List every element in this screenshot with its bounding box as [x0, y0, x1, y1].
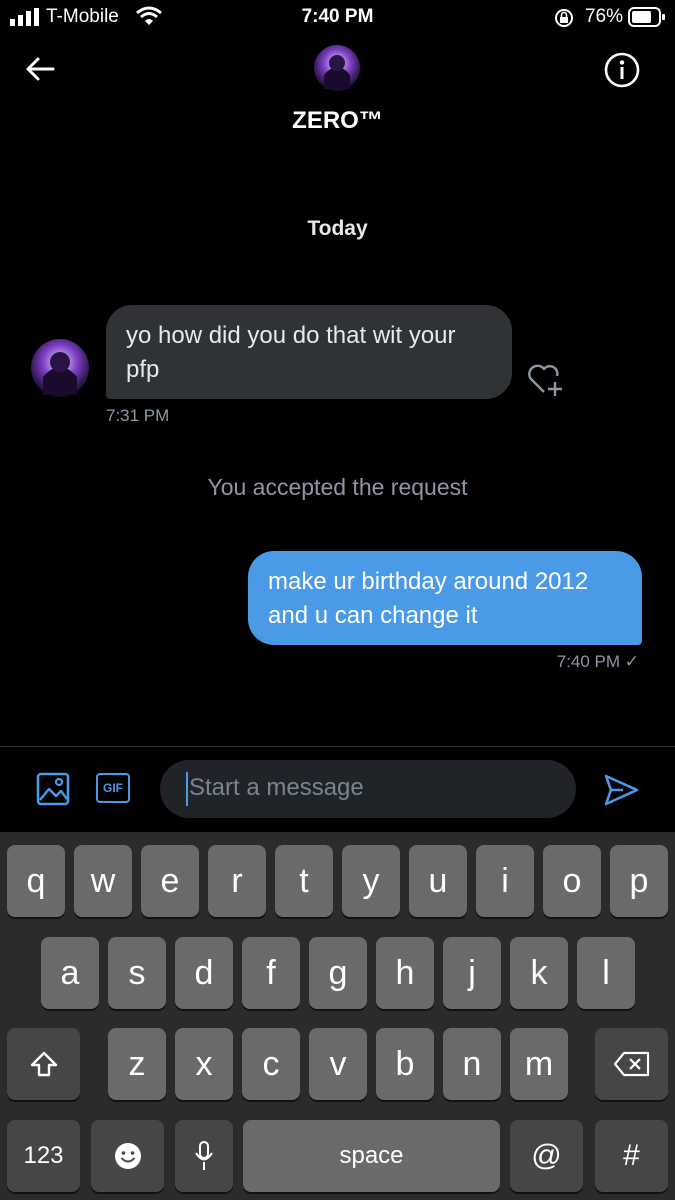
key-l[interactable]: l: [577, 937, 635, 1009]
key-t[interactable]: t: [275, 845, 333, 917]
key-q[interactable]: q: [7, 845, 65, 917]
emoji-icon: [114, 1143, 141, 1169]
incoming-message-bubble[interactable]: yo how did you do that wit your pfp: [106, 305, 512, 399]
add-reaction-icon[interactable]: [527, 362, 565, 398]
space-key[interactable]: space: [243, 1120, 500, 1192]
key-v[interactable]: v: [309, 1028, 367, 1100]
key-z[interactable]: z: [108, 1028, 166, 1100]
battery-percent: 76%: [584, 6, 623, 27]
key-b[interactable]: b: [376, 1028, 434, 1100]
dictation-key[interactable]: [175, 1120, 233, 1192]
date-separator: Today: [307, 217, 368, 240]
microphone-icon: [195, 1141, 213, 1170]
key-c[interactable]: c: [242, 1028, 300, 1100]
composer-divider: [0, 746, 675, 747]
send-icon[interactable]: [603, 773, 639, 807]
backspace-key[interactable]: [595, 1028, 668, 1100]
key-r[interactable]: r: [208, 845, 266, 917]
key-y[interactable]: y: [342, 845, 400, 917]
back-arrow-icon[interactable]: [24, 56, 56, 82]
message-placeholder: Start a message: [189, 774, 364, 801]
system-message: You accepted the request: [207, 474, 468, 500]
key-d[interactable]: d: [175, 937, 233, 1009]
shift-key[interactable]: [7, 1028, 80, 1100]
keyboard: q w e r t y u i o p a s d f g h j k l z …: [0, 832, 675, 1200]
sender-avatar[interactable]: [31, 339, 89, 397]
conversation-title: ZERO™: [292, 107, 383, 134]
key-o[interactable]: o: [543, 845, 601, 917]
outgoing-timestamp: 7:40 PM ✓: [556, 652, 639, 671]
info-icon[interactable]: [604, 52, 640, 88]
at-key[interactable]: @: [510, 1120, 583, 1192]
emoji-key[interactable]: [91, 1120, 164, 1192]
key-e[interactable]: e: [141, 845, 199, 917]
gif-button[interactable]: GIF: [96, 773, 130, 803]
key-p[interactable]: p: [610, 845, 668, 917]
key-n[interactable]: n: [443, 1028, 501, 1100]
key-u[interactable]: u: [409, 845, 467, 917]
key-w[interactable]: w: [74, 845, 132, 917]
key-j[interactable]: j: [443, 937, 501, 1009]
incoming-timestamp: 7:31 PM: [106, 406, 170, 425]
text-cursor: [186, 772, 188, 806]
backspace-icon: [613, 1051, 649, 1077]
hash-key[interactable]: #: [595, 1120, 668, 1192]
key-a[interactable]: a: [41, 937, 99, 1009]
key-s[interactable]: s: [108, 937, 166, 1009]
header-avatar[interactable]: [314, 45, 360, 91]
key-h[interactable]: h: [376, 937, 434, 1009]
key-x[interactable]: x: [175, 1028, 233, 1100]
gif-label: GIF: [103, 781, 123, 795]
key-m[interactable]: m: [510, 1028, 568, 1100]
numbers-key[interactable]: 123: [7, 1120, 80, 1192]
key-k[interactable]: k: [510, 937, 568, 1009]
key-f[interactable]: f: [242, 937, 300, 1009]
battery-icon: [628, 7, 665, 27]
shift-icon: [30, 1051, 57, 1077]
outgoing-message-bubble[interactable]: make ur birthday around 2012 and u can c…: [248, 551, 642, 645]
status-bar: T-Mobile 7:40 PM 76%: [0, 0, 675, 36]
orientation-lock-icon: [555, 9, 573, 27]
key-i[interactable]: i: [476, 845, 534, 917]
key-g[interactable]: g: [309, 937, 367, 1009]
image-icon[interactable]: [36, 772, 70, 806]
